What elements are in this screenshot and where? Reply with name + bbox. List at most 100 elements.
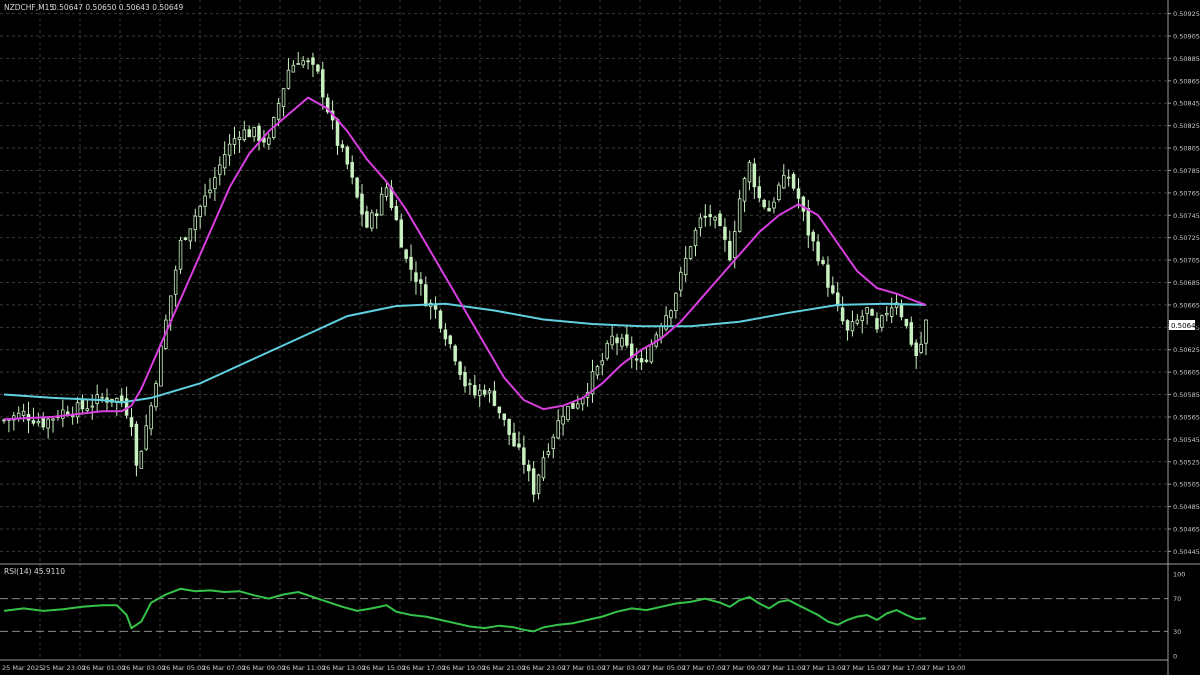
candle-body-up	[61, 409, 65, 419]
candle-body-up	[737, 198, 742, 232]
time-tick-label: 27 Mar 17:00	[882, 664, 925, 672]
candle-body-up	[193, 215, 198, 231]
time-tick-label: 27 Mar 01:00	[562, 664, 605, 672]
candle-body-up	[885, 312, 889, 316]
candle-body-up	[36, 420, 41, 424]
candle-body-up	[90, 405, 95, 408]
candle-body-down	[311, 57, 315, 65]
candle	[688, 245, 693, 261]
candle-body-up	[855, 319, 860, 324]
price-tick-label: 0.50905	[1173, 33, 1200, 41]
candle-body-up	[659, 326, 663, 338]
price-tick-label: 0.50885	[1173, 55, 1200, 63]
candle	[139, 450, 144, 469]
candle-body-up	[286, 69, 291, 89]
candle-body-up	[139, 450, 144, 469]
candle-body-up	[688, 246, 693, 259]
candle-body-down	[492, 390, 497, 406]
candle-body-up	[232, 138, 237, 145]
time-tick-label: 27 Mar 11:00	[762, 664, 805, 672]
time-tick-label: 27 Mar 13:00	[802, 664, 845, 672]
price-tick-label: 0.50565	[1173, 413, 1200, 421]
candle-body-up	[487, 390, 492, 394]
candle-body-up	[742, 178, 747, 202]
candle-body-up	[679, 271, 683, 291]
price-tick-label: 0.50825	[1173, 122, 1200, 130]
candle-body-down	[316, 64, 320, 72]
candle-body-down	[321, 69, 325, 98]
time-tick-label: 26 Mar 23:00	[522, 664, 565, 672]
candle-body-down	[909, 322, 914, 345]
candle-body-up	[561, 415, 565, 425]
candle-body-up	[620, 337, 624, 347]
ohlc-label: 0.50647 0.50650 0.50643 0.50649	[52, 3, 183, 12]
candle-body-down	[433, 305, 438, 310]
price-tick-label: 0.50785	[1173, 167, 1200, 175]
candle-body-down	[639, 358, 644, 363]
price-tick-label: 0.50545	[1173, 436, 1200, 444]
time-tick-label: 25 Mar 2025	[2, 664, 43, 672]
candle-body-down	[355, 177, 359, 198]
candle-body-down	[914, 342, 918, 357]
price-tick-label: 0.50505	[1173, 481, 1200, 489]
time-tick-label: 27 Mar 05:00	[642, 664, 685, 672]
candle-body-up	[222, 154, 227, 169]
candle-body-down	[482, 389, 487, 395]
candle	[566, 406, 570, 423]
candle-body-down	[527, 464, 531, 472]
rsi-tick-label: 0	[1173, 653, 1177, 661]
candle-body-down	[394, 206, 399, 221]
price-tick-label: 0.50485	[1173, 503, 1200, 511]
candle-body-down	[473, 384, 477, 396]
time-tick-label: 25 Mar 23:00	[42, 664, 85, 672]
candle-body-down	[845, 320, 850, 331]
price-tick-label: 0.50585	[1173, 391, 1200, 399]
trading-chart[interactable]: 0.50925 0.50905 0.50885 0.50865 0.50845 0.508…	[0, 0, 1200, 675]
time-tick-label: 26 Mar 03:00	[122, 664, 165, 672]
candle-body-down	[522, 447, 526, 465]
price-tick-label: 0.50445	[1173, 548, 1200, 556]
candle-body-down	[507, 418, 511, 435]
time-tick-label: 27 Mar 15:00	[842, 664, 885, 672]
candle-body-down	[723, 226, 727, 240]
candle-body-down	[134, 423, 139, 466]
candle-body-down	[448, 335, 453, 345]
candle-body-up	[178, 239, 183, 270]
candle-body-down	[409, 256, 413, 270]
price-tick-label: 0.50865	[1173, 77, 1200, 85]
candle-body-up	[281, 88, 286, 108]
candle-body-down	[31, 420, 36, 424]
time-tick-label: 27 Mar 03:00	[602, 664, 645, 672]
candle-body-down	[791, 173, 796, 189]
candle-body-up	[46, 418, 50, 429]
candle-body-down	[899, 304, 904, 318]
candle-body-up	[198, 205, 202, 218]
candle-body-up	[203, 195, 207, 207]
rsi-label: RSI(14) 45.9110	[4, 567, 65, 576]
candle-body-down	[438, 310, 443, 329]
candle-body-up	[649, 344, 654, 363]
candle-body-down	[821, 260, 825, 265]
candle-body-down	[41, 417, 45, 428]
candle	[355, 176, 359, 199]
candle-body-down	[399, 219, 403, 248]
time-tick-label: 27 Mar 09:00	[722, 664, 765, 672]
candle-body-down	[811, 231, 815, 242]
time-tick-label: 26 Mar 13:00	[322, 664, 365, 672]
price-tick-label: 0.50685	[1173, 279, 1200, 287]
candle-body-up	[252, 126, 256, 138]
candle-body-down	[350, 162, 354, 178]
candle-body-up	[213, 177, 217, 190]
candle-body-up	[468, 383, 472, 386]
time-tick-label: 26 Mar 01:00	[82, 664, 125, 672]
candle-body-up	[168, 295, 173, 322]
candle-body-up	[85, 408, 90, 411]
symbol-label: NZDCHF,M15	[4, 3, 54, 12]
price-tick-label: 0.50605	[1173, 369, 1200, 377]
candle-body-up	[786, 176, 791, 179]
candle-body-down	[531, 468, 536, 495]
current-price-label: 0.50649	[1171, 322, 1200, 330]
candle-body-down	[345, 146, 350, 165]
candle-body-down	[374, 213, 379, 217]
candle-body-up	[747, 162, 752, 183]
